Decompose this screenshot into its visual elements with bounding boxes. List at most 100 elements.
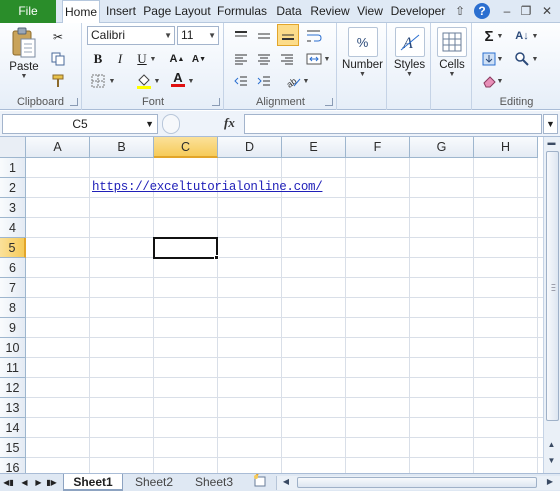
cells-group[interactable]: Cells ▼ — [432, 23, 472, 110]
font-color-icon[interactable]: A — [168, 69, 188, 89]
split-box-icon[interactable]: ▬ — [544, 137, 559, 149]
bold-icon[interactable]: B — [88, 49, 108, 69]
align-middle-icon[interactable] — [254, 26, 274, 46]
tab-data[interactable]: Data — [273, 0, 305, 23]
row-header-14[interactable]: 14 — [0, 418, 26, 438]
tab-insert[interactable]: Insert — [102, 0, 140, 23]
hyperlink-cell-b2[interactable]: https://exceltutorialonline.com/ — [92, 180, 323, 194]
insert-function-icon[interactable]: fx — [224, 115, 235, 131]
vertical-scroll-thumb[interactable]: − − − — [546, 151, 559, 421]
styles-button[interactable]: A Styles ▼ — [390, 27, 429, 78]
borders-icon[interactable] — [88, 71, 108, 91]
format-painter-icon[interactable] — [48, 71, 68, 91]
number-button[interactable]: % Number ▼ — [341, 27, 384, 78]
row-header-13[interactable]: 13 — [0, 398, 26, 418]
column-header-d[interactable]: D — [218, 137, 282, 158]
column-header-e[interactable]: E — [282, 137, 346, 158]
vertical-scrollbar[interactable]: ▬ − − − ▲ ▼ — [543, 137, 560, 473]
fill-color-dropdown-icon[interactable]: ▼ — [152, 71, 162, 91]
insert-sheet-icon[interactable] — [248, 473, 272, 491]
chevron-down-icon[interactable]: ▼ — [145, 115, 154, 133]
minimize-ribbon-icon[interactable]: ⇧ — [452, 3, 468, 19]
column-header-a[interactable]: A — [26, 137, 90, 158]
row-header-6[interactable]: 6 — [0, 258, 26, 278]
cut-icon[interactable]: ✂ — [48, 27, 68, 47]
column-header-c[interactable]: C — [154, 137, 218, 158]
row-header-7[interactable]: 7 — [0, 278, 26, 298]
column-header-f[interactable]: F — [346, 137, 410, 158]
font-name-dropdown[interactable]: Calibri ▼ — [87, 26, 175, 45]
minimize-window-icon[interactable]: – — [499, 3, 515, 19]
font-launcher-icon[interactable] — [212, 98, 220, 106]
align-right-icon[interactable] — [277, 49, 297, 69]
tab-review[interactable]: Review — [308, 0, 352, 23]
fill-color-icon[interactable] — [134, 71, 154, 91]
tab-file[interactable]: File — [0, 0, 56, 23]
align-top-icon[interactable] — [231, 26, 251, 46]
row-header-10[interactable]: 10 — [0, 338, 26, 358]
scroll-up-icon[interactable]: ▲ — [544, 439, 559, 451]
sort-filter-icon[interactable]: A↓ — [512, 26, 532, 46]
tab-developer[interactable]: Developer — [389, 0, 447, 23]
first-sheet-icon[interactable]: ◀▮ — [3, 476, 14, 489]
increase-indent-icon[interactable] — [254, 71, 274, 91]
autosum-dropdown-icon[interactable]: ▼ — [495, 26, 505, 46]
sheet-tab-sheet1[interactable]: Sheet1 — [63, 474, 123, 491]
restore-window-icon[interactable]: ❐ — [518, 3, 534, 19]
orientation-icon[interactable]: ab — [283, 71, 303, 91]
merge-dropdown-icon[interactable]: ▼ — [322, 49, 332, 69]
sort-filter-dropdown-icon[interactable]: ▼ — [530, 26, 540, 46]
sheet-tab-sheet3[interactable]: Sheet3 — [186, 474, 242, 491]
clipboard-launcher-icon[interactable] — [70, 98, 78, 106]
align-center-icon[interactable] — [254, 49, 274, 69]
scroll-right-icon[interactable]: ▶ — [543, 476, 557, 489]
clear-dropdown-icon[interactable]: ▼ — [495, 71, 505, 91]
formula-input[interactable] — [244, 114, 542, 134]
shrink-font-icon[interactable]: A ▼ — [189, 49, 209, 69]
row-header-3[interactable]: 3 — [0, 198, 26, 218]
row-header-9[interactable]: 9 — [0, 318, 26, 338]
help-icon[interactable]: ? — [474, 3, 490, 19]
orientation-dropdown-icon[interactable]: ▼ — [301, 71, 311, 91]
expand-formula-bar-icon[interactable]: ▼ — [543, 114, 558, 134]
tab-view[interactable]: View — [354, 0, 386, 23]
paste-button[interactable]: Paste ▼ — [4, 27, 44, 80]
column-header-g[interactable]: G — [410, 137, 474, 158]
copy-icon[interactable] — [48, 49, 68, 69]
row-header-2[interactable]: 2 — [0, 178, 26, 198]
last-sheet-icon[interactable]: ▮▶ — [46, 476, 57, 489]
tab-formulas[interactable]: Formulas — [214, 0, 270, 23]
alignment-launcher-icon[interactable] — [325, 98, 333, 106]
wrap-text-icon[interactable] — [304, 26, 324, 46]
sheet-tab-sheet2[interactable]: Sheet2 — [126, 474, 182, 491]
scroll-down-icon[interactable]: ▼ — [544, 455, 559, 467]
merge-center-icon[interactable] — [304, 49, 324, 69]
grow-font-icon[interactable]: A ▲ — [167, 49, 187, 69]
tab-home[interactable]: Home — [62, 0, 100, 24]
underline-dropdown-icon[interactable]: ▼ — [148, 49, 158, 69]
find-select-icon[interactable] — [512, 49, 532, 69]
row-header-8[interactable]: 8 — [0, 298, 26, 318]
find-select-dropdown-icon[interactable]: ▼ — [530, 49, 540, 69]
align-bottom-icon[interactable] — [277, 24, 299, 46]
row-header-4[interactable]: 4 — [0, 218, 26, 238]
next-sheet-icon[interactable]: ▶ — [33, 476, 44, 489]
font-size-dropdown[interactable]: 11 ▼ — [177, 26, 219, 45]
fill-handle[interactable] — [214, 255, 219, 260]
scroll-left-icon[interactable]: ◀ — [279, 476, 293, 489]
styles-group[interactable]: A Styles ▼ — [388, 23, 431, 110]
previous-sheet-icon[interactable]: ◀ — [19, 476, 30, 489]
column-header-h[interactable]: H — [474, 137, 538, 158]
row-header-15[interactable]: 15 — [0, 438, 26, 458]
italic-icon[interactable]: I — [110, 49, 130, 69]
row-header-5[interactable]: 5 — [0, 238, 26, 258]
close-window-icon[interactable]: ✕ — [539, 3, 555, 19]
formula-bar-resize-handle[interactable] — [162, 114, 180, 134]
select-all-corner[interactable] — [0, 137, 26, 158]
horizontal-scrollbar[interactable]: ◀ ▶ — [276, 476, 560, 490]
active-cell-c5[interactable] — [153, 237, 218, 259]
row-header-11[interactable]: 11 — [0, 358, 26, 378]
font-color-dropdown-icon[interactable]: ▼ — [186, 71, 196, 91]
tab-page-layout[interactable]: Page Layout — [143, 0, 211, 23]
decrease-indent-icon[interactable] — [231, 71, 251, 91]
